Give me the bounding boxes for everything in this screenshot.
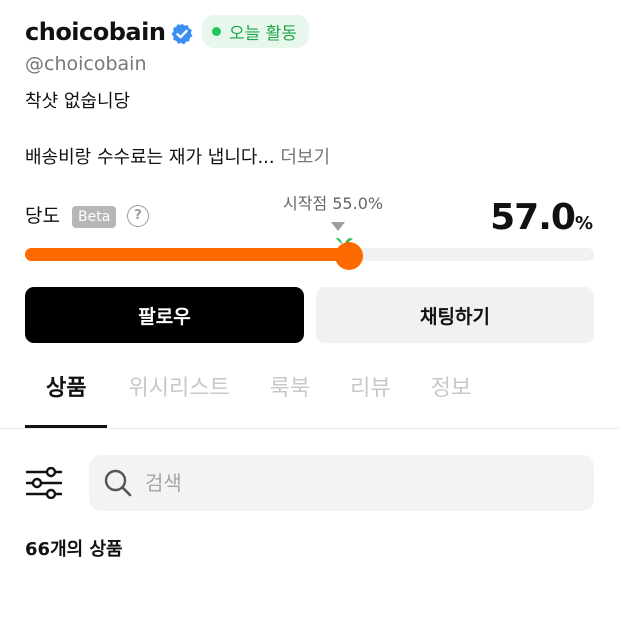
search-input[interactable]: [143, 470, 547, 496]
notice-text: 배송비랑 수수료는 재가 냅니다...: [25, 147, 275, 168]
product-count: 66개의 상품: [25, 536, 123, 564]
chat-button[interactable]: 채팅하기: [316, 287, 594, 343]
tab-lookbook[interactable]: 룩북: [270, 370, 310, 408]
filter-sliders-icon[interactable]: [26, 467, 62, 499]
start-point-label: 시작점 55.0%: [283, 194, 384, 213]
persimmon-fruit-icon: [332, 237, 363, 270]
tab-wishlist[interactable]: 위시리스트: [128, 370, 229, 408]
sweetness-value-unit: %: [574, 213, 593, 234]
follow-button[interactable]: 팔로우: [25, 287, 304, 343]
profile-tabs: 상품 위시리스트 룩북 리뷰 정보: [25, 370, 511, 428]
sweetness-value-number: 57.0: [490, 197, 576, 238]
tab-reviews[interactable]: 리뷰: [350, 370, 390, 408]
profile-notice: 배송비랑 수수료는 재가 냅니다... 더보기: [25, 144, 330, 172]
tab-products[interactable]: 상품: [25, 370, 108, 428]
search-icon: [104, 469, 132, 497]
tab-divider: [0, 428, 620, 429]
start-point-marker-icon: [331, 222, 345, 231]
search-bar[interactable]: [89, 455, 594, 511]
profile-handle: @choicobain: [25, 53, 147, 75]
beta-badge: Beta: [72, 206, 117, 228]
active-today-label: 오늘 활동: [229, 24, 297, 44]
product-count-suffix: 개의 상품: [50, 539, 123, 560]
profile-bio: 착샷 없숩니당: [25, 91, 131, 112]
tab-info[interactable]: 정보: [431, 370, 471, 408]
product-count-number: 66: [25, 539, 51, 560]
help-icon[interactable]: ?: [127, 205, 149, 227]
sweetness-fill: [25, 248, 349, 261]
sweetness-value: 57.0%: [490, 193, 593, 249]
verified-badge-icon: [171, 23, 193, 45]
sweetness-label: 당도: [25, 205, 60, 227]
more-link[interactable]: 더보기: [280, 147, 330, 168]
profile-name: choicobain: [25, 18, 166, 46]
active-today-badge: 오늘 활동: [202, 15, 309, 48]
active-dot-icon: [212, 27, 221, 36]
